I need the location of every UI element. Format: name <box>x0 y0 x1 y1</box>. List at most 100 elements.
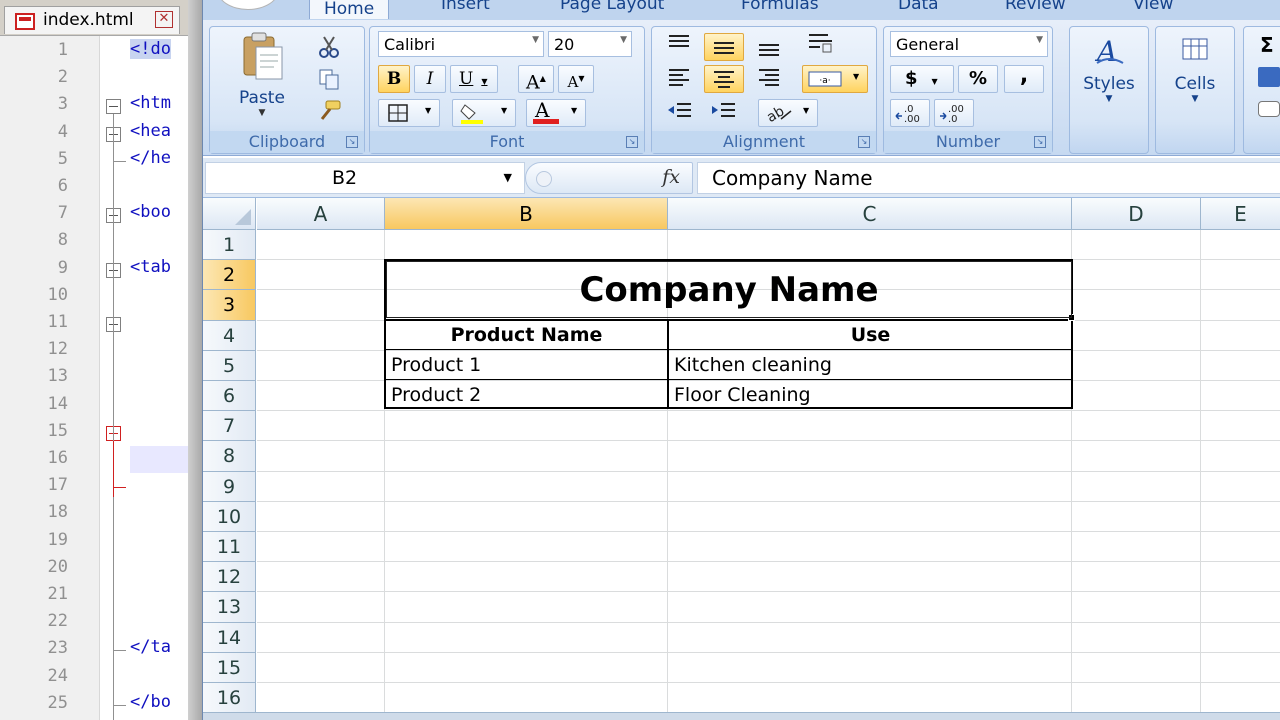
italic-button[interactable]: I <box>414 65 446 93</box>
font-name-combo[interactable]: Calibri ▼ <box>378 31 544 57</box>
increase-indent-icon <box>712 103 735 117</box>
align-bottom-button[interactable] <box>750 35 788 63</box>
row-header-11[interactable]: 11 <box>203 532 256 563</box>
chevron-down-icon[interactable]: ▼ <box>504 171 512 184</box>
currency-button[interactable]: $ ▼ <box>890 65 954 93</box>
select-all-button[interactable] <box>203 198 256 230</box>
row-header-15[interactable]: 15 <box>203 652 256 683</box>
column-header-b[interactable]: B <box>385 198 668 230</box>
align-left-button[interactable] <box>660 67 698 93</box>
tab-insert[interactable]: Insert <box>441 0 490 14</box>
underline-button[interactable]: U ▼ <box>450 65 498 93</box>
increase-indent-button[interactable] <box>704 101 742 127</box>
formula-input[interactable]: Company Name <box>697 162 1280 194</box>
row-header-6[interactable]: 6 <box>203 381 256 412</box>
row-header-8[interactable]: 8 <box>203 441 256 472</box>
styles-button[interactable]: A Styles ▼ <box>1070 33 1148 133</box>
tab-data[interactable]: Data <box>898 0 939 14</box>
orientation-button[interactable] <box>802 31 840 59</box>
cell-product-1[interactable]: Product 1 <box>391 351 667 379</box>
align-left-icon <box>669 69 689 86</box>
tab-formulas[interactable]: Formulas <box>741 0 819 14</box>
row-header-4[interactable]: 4 <box>203 320 256 351</box>
font-color-button[interactable]: A ▼ <box>526 98 586 127</box>
row-header-5[interactable]: 5 <box>203 350 256 381</box>
paste-button[interactable]: Paste ▼ <box>224 31 300 127</box>
row-header-13[interactable]: 13 <box>203 592 256 623</box>
bold-button[interactable]: B <box>378 65 410 93</box>
chevron-down-icon: ▼ <box>571 106 578 115</box>
column-header-a[interactable]: A <box>257 198 385 230</box>
merge-center-button[interactable]: ·a· ▼ <box>802 65 868 93</box>
line-number: 23 <box>47 638 68 659</box>
insert-function-icon[interactable]: fx <box>662 166 680 188</box>
comma-style-button[interactable]: , <box>1004 65 1044 93</box>
column-header-e[interactable]: E <box>1201 198 1280 230</box>
close-tab-icon[interactable]: ✕ <box>155 11 173 28</box>
fold-toggle-icon[interactable] <box>106 99 121 115</box>
align-right-button[interactable] <box>750 67 788 93</box>
decrease-indent-button[interactable] <box>660 101 698 127</box>
number-format-combo[interactable]: General ▼ <box>890 31 1048 57</box>
company-name-title[interactable]: Company Name <box>386 261 1072 319</box>
cell-use-2[interactable]: Floor Cleaning <box>674 381 1072 409</box>
align-top-button[interactable] <box>660 33 698 59</box>
clipboard-dialog-launcher-icon[interactable]: ↘ <box>346 136 358 148</box>
row-header-3[interactable]: 3 <box>203 290 256 321</box>
html-file-icon <box>15 13 35 30</box>
font-dialog-launcher-icon[interactable]: ↘ <box>626 136 638 148</box>
increase-decimal-button[interactable]: .0.00 <box>890 99 930 127</box>
copy-icon[interactable] <box>316 67 342 95</box>
alignment-dialog-launcher-icon[interactable]: ↘ <box>858 136 870 148</box>
row-header-14[interactable]: 14 <box>203 622 256 653</box>
column-header-d[interactable]: D <box>1072 198 1201 230</box>
row-header-2[interactable]: 2 <box>203 260 256 291</box>
row-header-7[interactable]: 7 <box>203 411 256 442</box>
column-header-c[interactable]: C <box>668 198 1072 230</box>
fill-icon[interactable] <box>1258 67 1280 87</box>
number-dialog-launcher-icon[interactable]: ↘ <box>1034 136 1046 148</box>
svg-text:ab: ab <box>765 103 787 125</box>
row-header-1[interactable]: 1 <box>203 230 256 261</box>
editor-tab-index-html[interactable]: index.html ✕ <box>4 6 180 34</box>
fold-line <box>113 114 114 720</box>
align-center-button[interactable] <box>704 65 744 93</box>
decrease-decimal-button[interactable]: .00.0 <box>934 99 974 127</box>
autosum-icon[interactable]: Σ <box>1260 33 1274 57</box>
shrink-font-button[interactable]: A▼ <box>558 65 594 93</box>
office-button[interactable] <box>217 0 279 10</box>
row-header-9[interactable]: 9 <box>203 471 256 502</box>
gridline <box>1200 230 1201 720</box>
row-header-12[interactable]: 12 <box>203 562 256 593</box>
worksheet-grid[interactable]: ABCDE 1 2 3 4 5 6 7 8 9 10 11 12 13 14 15 16 Company Na… <box>203 198 1280 720</box>
grow-font-button[interactable]: A▲ <box>518 65 554 93</box>
cells-button[interactable]: Cells ▼ <box>1156 33 1234 133</box>
borders-button[interactable]: ▼ <box>378 99 440 127</box>
tab-page-layout[interactable]: Page Layout <box>560 0 664 14</box>
align-middle-button[interactable] <box>704 33 744 61</box>
format-painter-icon[interactable] <box>316 99 344 127</box>
row-header-10[interactable]: 10 <box>203 501 256 532</box>
sheet-tabs-bar[interactable] <box>203 712 1280 720</box>
tab-review[interactable]: Review <box>1005 0 1066 14</box>
name-box[interactable]: B2 ▼ <box>205 162 525 194</box>
tab-home[interactable]: Home <box>309 0 390 19</box>
percent-button[interactable]: % <box>958 65 998 93</box>
fold-end-marker <box>114 160 126 162</box>
clear-icon[interactable] <box>1258 101 1280 117</box>
header-use[interactable]: Use <box>669 321 1072 349</box>
line-number: 16 <box>47 448 68 468</box>
header-product-name[interactable]: Product Name <box>386 321 667 349</box>
editing-group: Σ <box>1243 26 1280 154</box>
ribbon-tab-bar: Home Insert Page Layout Formulas Data Re… <box>203 0 1280 20</box>
cut-icon[interactable] <box>316 35 342 63</box>
fill-color-button[interactable]: ▼ <box>452 99 516 127</box>
tab-view[interactable]: View <box>1133 0 1173 14</box>
formula-bar-handle-icon[interactable] <box>536 171 552 187</box>
gridline <box>257 410 1280 412</box>
cell-use-1[interactable]: Kitchen cleaning <box>674 351 1072 379</box>
text-orientation-button[interactable]: ab ▼ <box>758 99 818 127</box>
cell-product-2[interactable]: Product 2 <box>391 381 667 409</box>
row-header-16[interactable]: 16 <box>203 683 256 714</box>
font-size-combo[interactable]: 20 ▼ <box>548 31 632 57</box>
